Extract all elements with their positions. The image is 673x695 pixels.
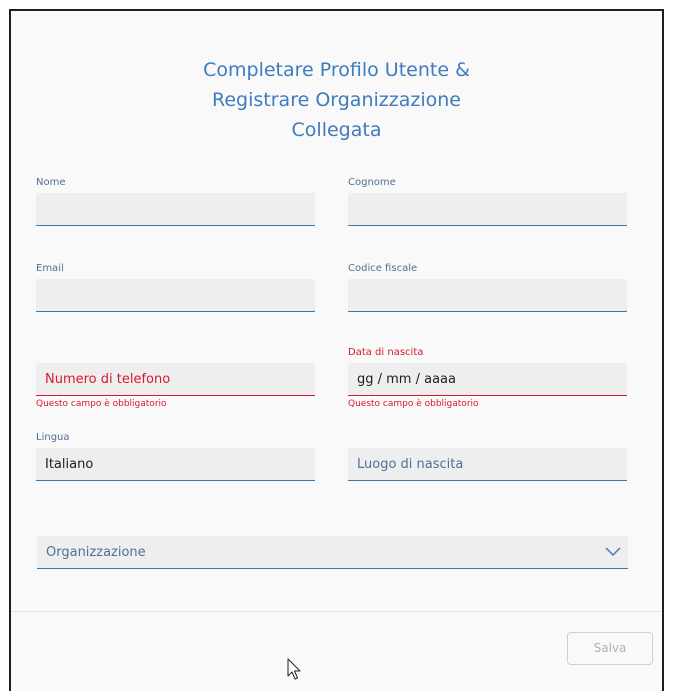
- email-input[interactable]: [36, 279, 315, 312]
- lingua-field-group: Lingua Italiano: [36, 431, 315, 481]
- luogo-nascita-label-spacer: [348, 431, 627, 445]
- nome-label: Nome: [36, 177, 66, 188]
- nome-field-group: Nome: [36, 176, 315, 226]
- nome-input[interactable]: [36, 193, 315, 226]
- data-nascita-field-group: Data di nascita gg / mm / aaaa Questo ca…: [348, 346, 627, 409]
- luogo-nascita-input[interactable]: Luogo di nascita: [348, 448, 627, 481]
- lingua-select[interactable]: Italiano: [36, 448, 315, 481]
- footer-divider: [11, 611, 662, 612]
- codice-fiscale-field-group: Codice fiscale: [348, 262, 627, 312]
- organizzazione-placeholder: Organizzazione: [46, 545, 146, 560]
- data-nascita-input[interactable]: gg / mm / aaaa: [348, 363, 627, 396]
- save-button[interactable]: Salva: [567, 632, 653, 665]
- title-line-2: Registrare Organizzazione: [212, 89, 461, 111]
- data-nascita-error-message: Questo campo è obbligatorio: [348, 399, 479, 409]
- luogo-nascita-field-group: Luogo di nascita: [348, 431, 627, 481]
- title-line-3: Collegata: [291, 119, 382, 141]
- codice-fiscale-input[interactable]: [348, 279, 627, 312]
- email-field-group: Email: [36, 262, 315, 312]
- mouse-cursor-icon: [287, 658, 301, 680]
- telefono-error-message: Questo campo è obbligatorio: [36, 399, 167, 409]
- cognome-label: Cognome: [348, 177, 396, 188]
- organizzazione-select[interactable]: Organizzazione: [37, 536, 628, 569]
- telefono-field-group: Numero di telefono Questo campo è obblig…: [36, 346, 315, 409]
- email-label: Email: [36, 263, 64, 274]
- cognome-field-group: Cognome: [348, 176, 627, 226]
- data-nascita-label: Data di nascita: [348, 347, 424, 358]
- title-line-1: Completare Profilo Utente &: [203, 59, 470, 81]
- dialog-title: Completare Profilo Utente & Registrare O…: [11, 55, 662, 145]
- telefono-input[interactable]: Numero di telefono: [36, 363, 315, 396]
- telefono-label-spacer: [36, 346, 315, 360]
- codice-fiscale-label: Codice fiscale: [348, 263, 418, 274]
- profile-dialog: Completare Profilo Utente & Registrare O…: [9, 9, 664, 691]
- cognome-input[interactable]: [348, 193, 627, 226]
- lingua-label: Lingua: [36, 432, 70, 443]
- chevron-down-icon: [605, 547, 621, 556]
